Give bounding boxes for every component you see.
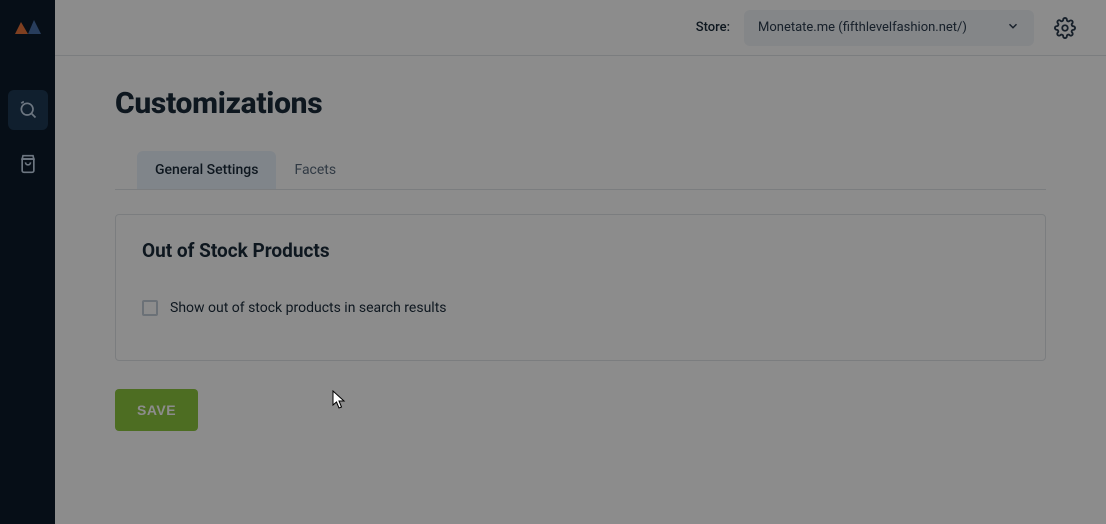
topbar: Store: Monetate.me (fifthlevelfashion.ne… [55, 0, 1106, 56]
nav-item-products[interactable] [8, 144, 48, 184]
out-of-stock-panel: Out of Stock Products Show out of stock … [115, 214, 1046, 361]
tab-general-settings[interactable]: General Settings [137, 151, 276, 189]
tab-facets[interactable]: Facets [276, 151, 354, 189]
store-select[interactable]: Monetate.me (fifthlevelfashion.net/) [744, 10, 1034, 46]
main-pane: Store: Monetate.me (fifthlevelfashion.ne… [55, 0, 1106, 524]
nav-item-search[interactable] [8, 90, 48, 130]
settings-button[interactable] [1048, 11, 1082, 45]
sidebar [0, 0, 55, 524]
checkbox-row: Show out of stock products in search res… [142, 300, 1019, 316]
page-title: Customizations [115, 86, 1046, 121]
show-out-of-stock-checkbox[interactable] [142, 300, 158, 316]
store-select-value: Monetate.me (fifthlevelfashion.net/) [758, 20, 967, 35]
store-label: Store: [696, 20, 730, 35]
chevron-down-icon [1006, 19, 1020, 37]
panel-title: Out of Stock Products [142, 239, 1019, 262]
tabs: General Settings Facets [115, 151, 1046, 190]
checkbox-label: Show out of stock products in search res… [170, 300, 447, 316]
save-button[interactable]: SAVE [115, 389, 198, 431]
gear-icon [1054, 17, 1076, 39]
content: Customizations General Settings Facets O… [55, 56, 1106, 461]
logo-icon [13, 10, 43, 40]
